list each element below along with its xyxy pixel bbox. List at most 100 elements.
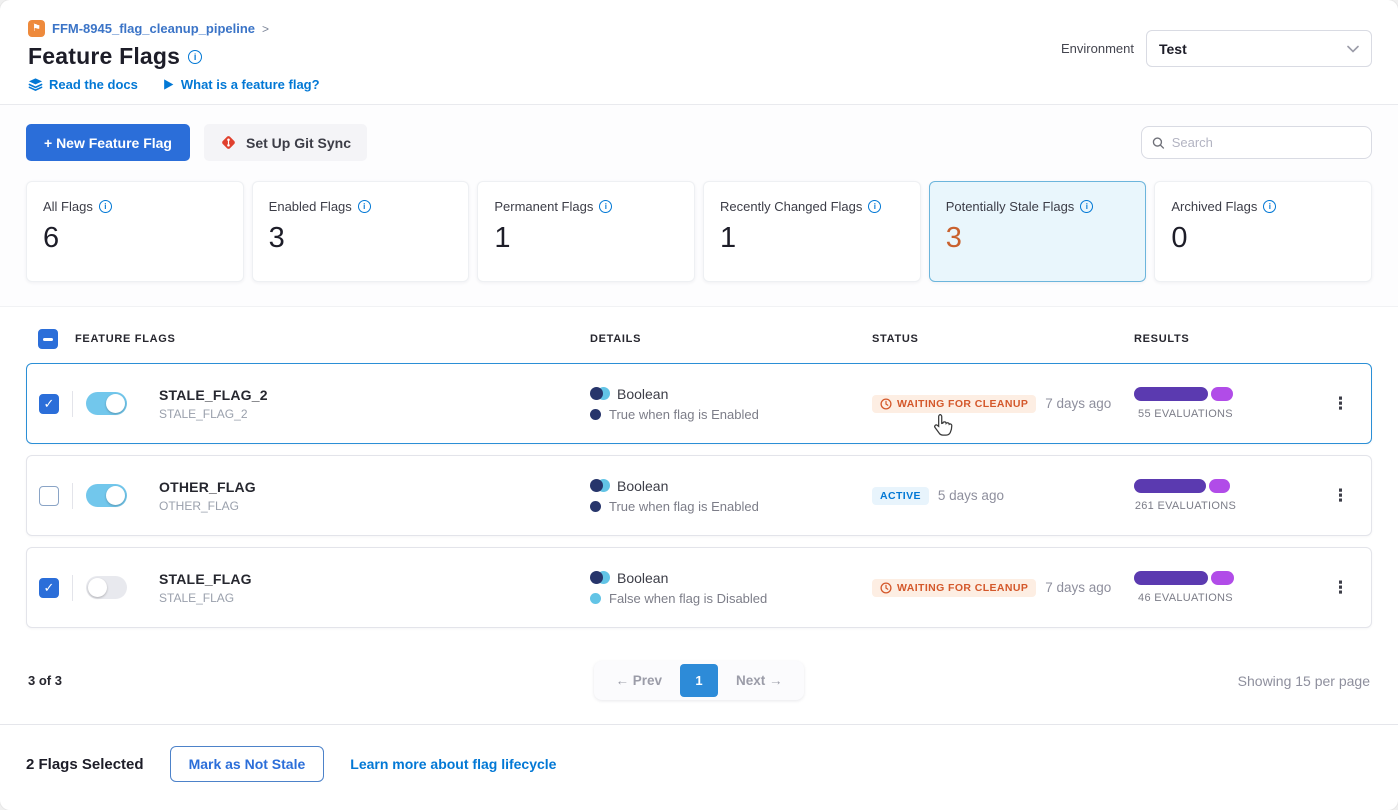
page-title: Feature Flags <box>28 43 180 70</box>
evaluations-bar-primary <box>1134 571 1208 585</box>
status-badge[interactable]: WAITING FOR CLEANUP <box>872 395 1036 413</box>
col-header-feature-flags[interactable]: FEATURE FLAGS <box>75 333 590 345</box>
status-badge[interactable]: ACTIVE <box>872 487 929 505</box>
environment-label: Environment <box>1061 41 1134 56</box>
toolbar: + New Feature Flag Set Up Git Sync <box>0 105 1398 177</box>
evaluations-bar-secondary <box>1211 387 1233 401</box>
evaluations-count: 261 EVALUATIONS <box>1134 500 1237 512</box>
status-updated-ago: 7 days ago <box>1045 396 1111 411</box>
stat-card[interactable]: All Flags i 6 <box>26 181 244 282</box>
variation-bullet-icon <box>590 593 601 604</box>
read-docs-label: Read the docs <box>49 77 138 92</box>
what-is-flag-link[interactable]: What is a feature flag? <box>162 77 320 92</box>
status-badge-label: ACTIVE <box>880 490 921 502</box>
clock-icon <box>880 398 892 410</box>
play-icon <box>162 78 175 91</box>
info-icon[interactable]: i <box>599 200 612 213</box>
info-icon[interactable]: i <box>99 200 112 213</box>
row-menu-kebab-icon[interactable]: ⋮ <box>1322 483 1359 508</box>
info-icon[interactable]: i <box>358 200 371 213</box>
breadcrumb-project-link[interactable]: FFM-8945_flag_cleanup_pipeline <box>52 21 255 36</box>
mark-not-stale-button[interactable]: Mark as Not Stale <box>170 746 325 782</box>
boolean-type-icon <box>590 387 609 400</box>
stat-card[interactable]: Archived Flags i 0 <box>1154 181 1372 282</box>
boolean-type-icon <box>590 479 609 492</box>
stat-card-label-row: Recently Changed Flags i <box>720 199 904 214</box>
environment-select[interactable]: Test <box>1146 30 1372 67</box>
flag-toggle[interactable] <box>86 576 127 599</box>
flag-toggle[interactable] <box>86 392 127 415</box>
flag-status-cell: ACTIVE 5 days ago <box>872 487 1134 505</box>
next-button[interactable]: Next → <box>718 665 801 696</box>
stat-card[interactable]: Recently Changed Flags i 1 <box>703 181 921 282</box>
flag-rows: STALE_FLAG_2 STALE_FLAG_2 Boolean True w… <box>26 363 1372 628</box>
select-all-checkbox[interactable] <box>38 329 58 349</box>
variation-description: False when flag is Disabled <box>609 591 767 606</box>
stats-cards: All Flags i 6 Enabled Flags i 3 Permanen… <box>0 177 1398 307</box>
flag-lifecycle-link[interactable]: Learn more about flag lifecycle <box>350 756 556 772</box>
flag-status-cell: WAITING FOR CLEANUP 7 days ago <box>872 579 1134 597</box>
evaluations-bar <box>1134 479 1237 493</box>
row-menu-kebab-icon[interactable]: ⋮ <box>1322 391 1359 416</box>
info-icon[interactable]: i <box>1263 200 1276 213</box>
flag-toggle[interactable] <box>86 484 127 507</box>
table-header-row: FEATURE FLAGS DETAILS STATUS RESULTS <box>26 313 1372 363</box>
row-checkbox[interactable] <box>39 394 59 414</box>
flag-name-cell: STALE_FLAG STALE_FLAG <box>159 571 590 605</box>
environment-value: Test <box>1159 41 1187 57</box>
toggle-knob <box>106 394 125 413</box>
selection-footer: 2 Flags Selected Mark as Not Stale Learn… <box>0 724 1398 803</box>
flag-name[interactable]: STALE_FLAG_2 <box>159 387 590 403</box>
info-icon[interactable]: i <box>1080 200 1093 213</box>
variation-bullet-icon <box>590 409 601 420</box>
flag-row[interactable]: STALE_FLAG_2 STALE_FLAG_2 Boolean True w… <box>26 363 1372 444</box>
variation-description: True when flag is Enabled <box>609 407 759 422</box>
chevron-right-icon: > <box>262 22 269 36</box>
evaluations-bar <box>1134 387 1237 401</box>
feature-flags-page: ⚑ FFM-8945_flag_cleanup_pipeline > Featu… <box>0 0 1398 810</box>
stat-card-label-row: Permanent Flags i <box>494 199 678 214</box>
evaluations-bar <box>1134 571 1237 585</box>
flag-name[interactable]: STALE_FLAG <box>159 571 590 587</box>
stat-card[interactable]: Permanent Flags i 1 <box>477 181 695 282</box>
stat-card-label: Recently Changed Flags <box>720 199 862 214</box>
evaluations-bar-primary <box>1134 387 1208 401</box>
stat-card-label-row: All Flags i <box>43 199 227 214</box>
divider <box>72 391 73 417</box>
stat-card-label: Permanent Flags <box>494 199 593 214</box>
stat-card-value: 1 <box>494 222 678 255</box>
clock-icon <box>880 582 892 594</box>
stat-card[interactable]: Enabled Flags i 3 <box>252 181 470 282</box>
read-docs-link[interactable]: Read the docs <box>28 77 138 92</box>
divider <box>72 575 73 601</box>
row-menu-kebab-icon[interactable]: ⋮ <box>1322 575 1359 600</box>
stat-card-value: 0 <box>1171 222 1355 255</box>
search-input[interactable] <box>1172 135 1361 150</box>
info-icon[interactable]: i <box>868 200 881 213</box>
flag-details-cell: Boolean False when flag is Disabled <box>590 570 872 606</box>
row-count: 3 of 3 <box>28 673 248 688</box>
flag-details-cell: Boolean True when flag is Enabled <box>590 478 872 514</box>
search-box[interactable] <box>1141 126 1372 159</box>
page-1-button[interactable]: 1 <box>680 664 718 697</box>
col-header-details: DETAILS <box>590 333 872 345</box>
info-icon[interactable]: i <box>188 50 202 64</box>
row-checkbox[interactable] <box>39 578 59 598</box>
status-badge[interactable]: WAITING FOR CLEANUP <box>872 579 1036 597</box>
flag-row[interactable]: OTHER_FLAG OTHER_FLAG Boolean True when … <box>26 455 1372 536</box>
flag-name[interactable]: OTHER_FLAG <box>159 479 590 495</box>
chevron-down-icon <box>1347 45 1359 53</box>
new-feature-flag-button[interactable]: + New Feature Flag <box>26 124 190 161</box>
prev-button[interactable]: ← Prev <box>597 665 680 696</box>
setup-git-sync-button[interactable]: Set Up Git Sync <box>204 124 367 161</box>
what-is-flag-label: What is a feature flag? <box>181 77 320 92</box>
stat-card-value: 6 <box>43 222 227 255</box>
flag-row[interactable]: STALE_FLAG STALE_FLAG Boolean False when… <box>26 547 1372 628</box>
evaluations-bar-secondary <box>1211 571 1234 585</box>
status-badge-label: WAITING FOR CLEANUP <box>897 398 1028 410</box>
row-checkbox[interactable] <box>39 486 59 506</box>
status-badge-label: WAITING FOR CLEANUP <box>897 582 1028 594</box>
git-sync-icon <box>220 134 237 151</box>
stat-card[interactable]: Potentially Stale Flags i 3 <box>929 181 1147 282</box>
flag-identifier: STALE_FLAG_2 <box>159 407 590 421</box>
